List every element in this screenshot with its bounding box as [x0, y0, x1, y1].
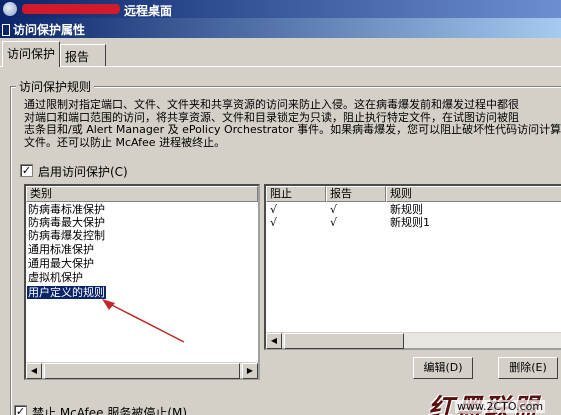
- category-horizontal-scrollbar[interactable]: ◀ ▶: [26, 362, 258, 379]
- rules-column-report[interactable]: 报告: [326, 186, 386, 202]
- rule-name[interactable]: 新规则1: [390, 216, 430, 229]
- rule-report-mark[interactable]: √: [330, 203, 337, 216]
- rule-block-mark[interactable]: √: [270, 203, 277, 216]
- rules-horizontal-scrollbar[interactable]: ◀: [266, 332, 561, 349]
- prevent-stop-label: 禁止 McAfee 服务被停止(M): [32, 406, 188, 415]
- category-item[interactable]: 防病毒最大保护: [28, 216, 105, 229]
- group-title: 访问保护规则: [16, 78, 95, 95]
- dialog-title: 访问保护属性: [13, 23, 86, 37]
- remote-desktop-icon: [3, 2, 17, 16]
- scroll-thumb[interactable]: [44, 363, 240, 379]
- rule-block-mark[interactable]: √: [270, 216, 277, 229]
- description-line: 文件。还可以防止 McAfee 进程被终止。: [24, 135, 226, 149]
- window-title-bar: 远程桌面: [0, 0, 561, 18]
- scroll-left-icon[interactable]: ◀: [266, 333, 282, 349]
- description-text: 通过限制对指定端口、文件、文件夹和共享资源的访问来防止入侵。这在病毒爆发前和爆发…: [24, 99, 561, 149]
- dialog-title-bar: 访问保护属性: [0, 18, 561, 38]
- category-item[interactable]: 通用标准保护: [28, 243, 94, 256]
- category-item[interactable]: 防病毒爆发控制: [28, 229, 105, 242]
- scroll-thumb[interactable]: [284, 333, 404, 349]
- watermark-site: www.2CTO.com: [455, 400, 546, 413]
- redaction-mark: [22, 4, 120, 14]
- edit-button[interactable]: 编辑(D): [413, 357, 473, 379]
- tab-report[interactable]: 报告: [60, 44, 106, 66]
- category-column-header[interactable]: 类别: [26, 186, 258, 202]
- rules-column-rule[interactable]: 规则: [386, 186, 561, 202]
- window-title: 远程桌面: [124, 4, 173, 18]
- category-item[interactable]: 防病毒标准保护: [28, 203, 105, 216]
- rules-column-block[interactable]: 阻止: [266, 186, 326, 202]
- scroll-left-icon[interactable]: ◀: [26, 363, 42, 379]
- enable-access-protection-label: 启用访问保护(C): [38, 165, 128, 179]
- dialog-icon: [2, 24, 10, 36]
- annotation-arrow: [102, 299, 185, 343]
- tab-strip-line: [0, 66, 561, 67]
- category-item[interactable]: 虚拟机保护: [28, 271, 83, 284]
- rule-report-mark[interactable]: √: [330, 216, 337, 229]
- description-line: 通过限制对指定端口、文件、文件夹和共享资源的访问来防止入侵。这在病毒爆发前和爆发…: [24, 99, 519, 111]
- category-item[interactable]: 通用最大保护: [28, 257, 94, 270]
- rule-name[interactable]: 新规则: [390, 203, 423, 216]
- enable-access-protection-checkbox[interactable]: ✓: [20, 164, 33, 177]
- scroll-right-icon[interactable]: ▶: [242, 363, 258, 379]
- description-line: 志条目和/或 Alert Manager 及 ePolicy Orchestra…: [24, 123, 561, 136]
- prevent-stop-checkbox[interactable]: ✓: [14, 405, 27, 415]
- category-item-selected[interactable]: 用户定义的规则: [27, 286, 106, 299]
- tab-access-protection[interactable]: 访问保护: [2, 41, 61, 67]
- delete-button[interactable]: 删除(E): [498, 357, 558, 379]
